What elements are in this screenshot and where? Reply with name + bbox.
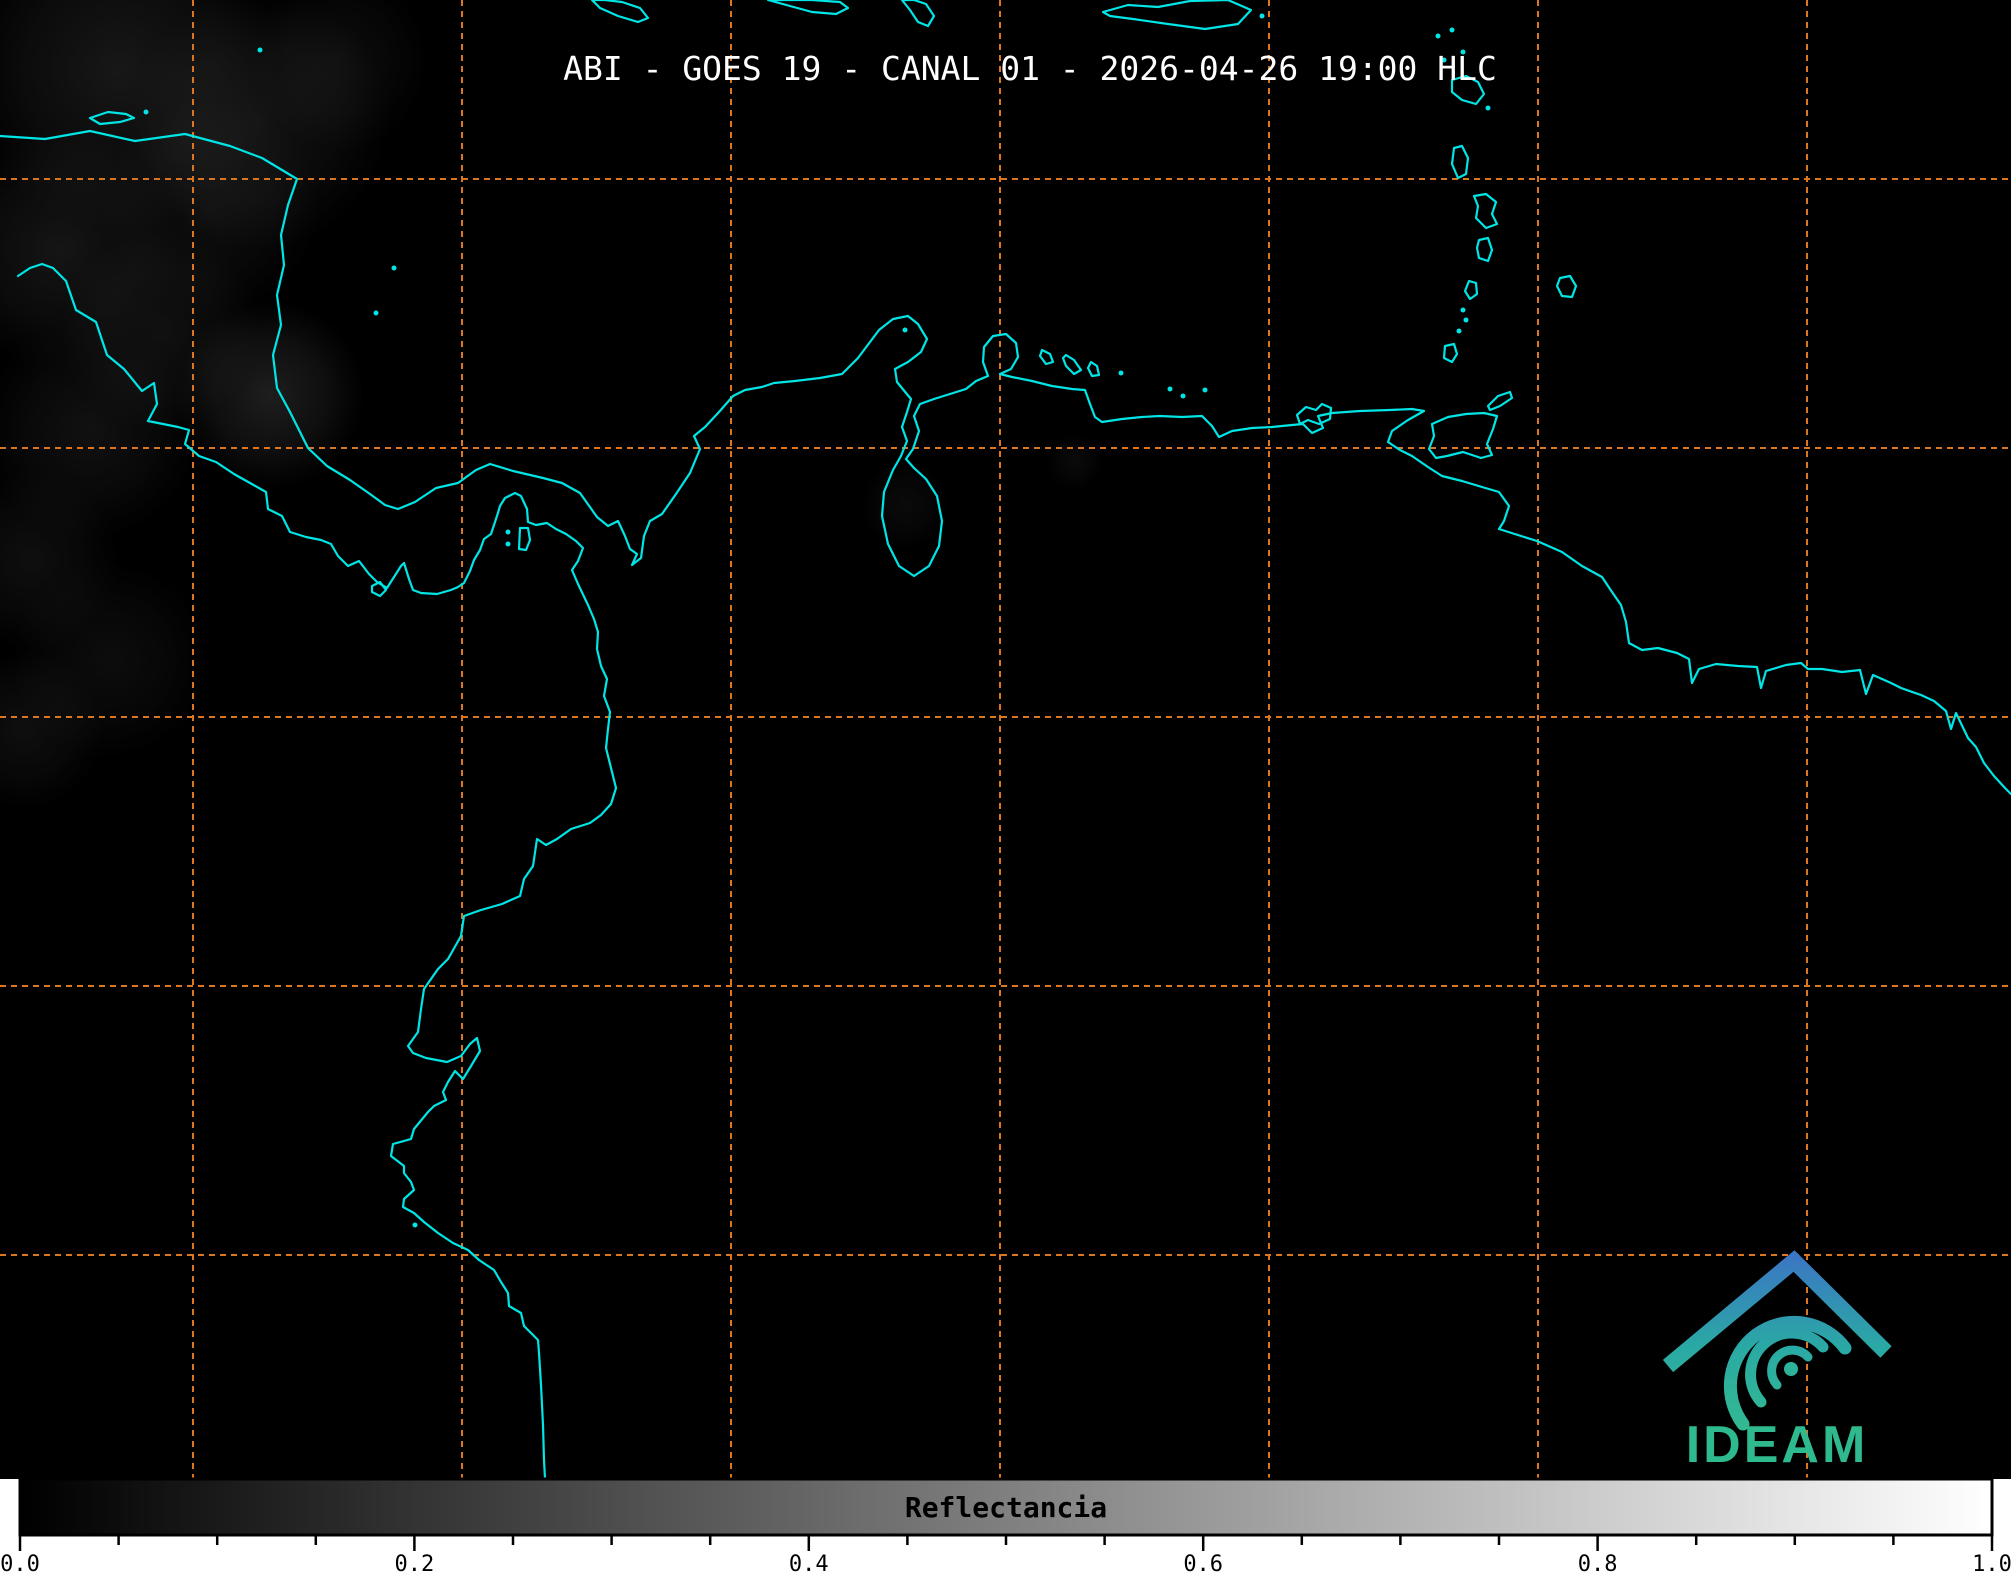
islet-dot bbox=[1435, 33, 1441, 39]
islet-dot bbox=[1202, 387, 1208, 393]
islet-dot bbox=[391, 265, 397, 271]
ideam-logo-text: IDEAM bbox=[1686, 1416, 1869, 1474]
cloud-patch bbox=[175, 300, 365, 490]
satellite-image-viewer: ABI - GOES 19 - CANAL 01 - 2026-04-26 19… bbox=[0, 0, 2011, 1577]
islet-dot bbox=[257, 47, 263, 53]
islet-dot bbox=[505, 529, 511, 535]
islet-dot bbox=[1118, 370, 1124, 376]
islet-dot bbox=[1449, 27, 1455, 33]
colorbar-tick-label: 0.2 bbox=[395, 1552, 435, 1577]
colorbar-tick-label: 0.4 bbox=[789, 1552, 829, 1577]
islet-dot bbox=[505, 541, 511, 547]
islet-dot bbox=[373, 310, 379, 316]
goes-satellite-scene: ABI - GOES 19 - CANAL 01 - 2026-04-26 19… bbox=[0, 0, 2011, 1577]
colorbar-tick-label: 0.8 bbox=[1578, 1552, 1618, 1577]
islet-dot bbox=[1180, 393, 1186, 399]
cloud-patch bbox=[1047, 434, 1103, 490]
islet-dot bbox=[1259, 13, 1265, 19]
islet-dot bbox=[1456, 328, 1462, 334]
cloud-patch bbox=[860, 460, 950, 550]
islet-dot bbox=[143, 109, 149, 115]
islet-dot bbox=[412, 1222, 418, 1228]
colorbar-tick-label: 1.0 bbox=[1972, 1552, 2011, 1577]
colorbar-tick-label: 0.0 bbox=[0, 1552, 40, 1577]
islet-dot bbox=[1460, 307, 1466, 313]
colorbar-tick-label: 0.6 bbox=[1183, 1552, 1223, 1577]
islet-dot bbox=[1485, 105, 1491, 111]
islet-dot bbox=[1463, 317, 1469, 323]
islet-dot bbox=[1167, 386, 1173, 392]
islet-dot bbox=[902, 327, 908, 333]
image-title: ABI - GOES 19 - CANAL 01 - 2026-04-26 19… bbox=[563, 49, 1497, 88]
colorbar-title: Reflectancia bbox=[905, 1491, 1107, 1524]
